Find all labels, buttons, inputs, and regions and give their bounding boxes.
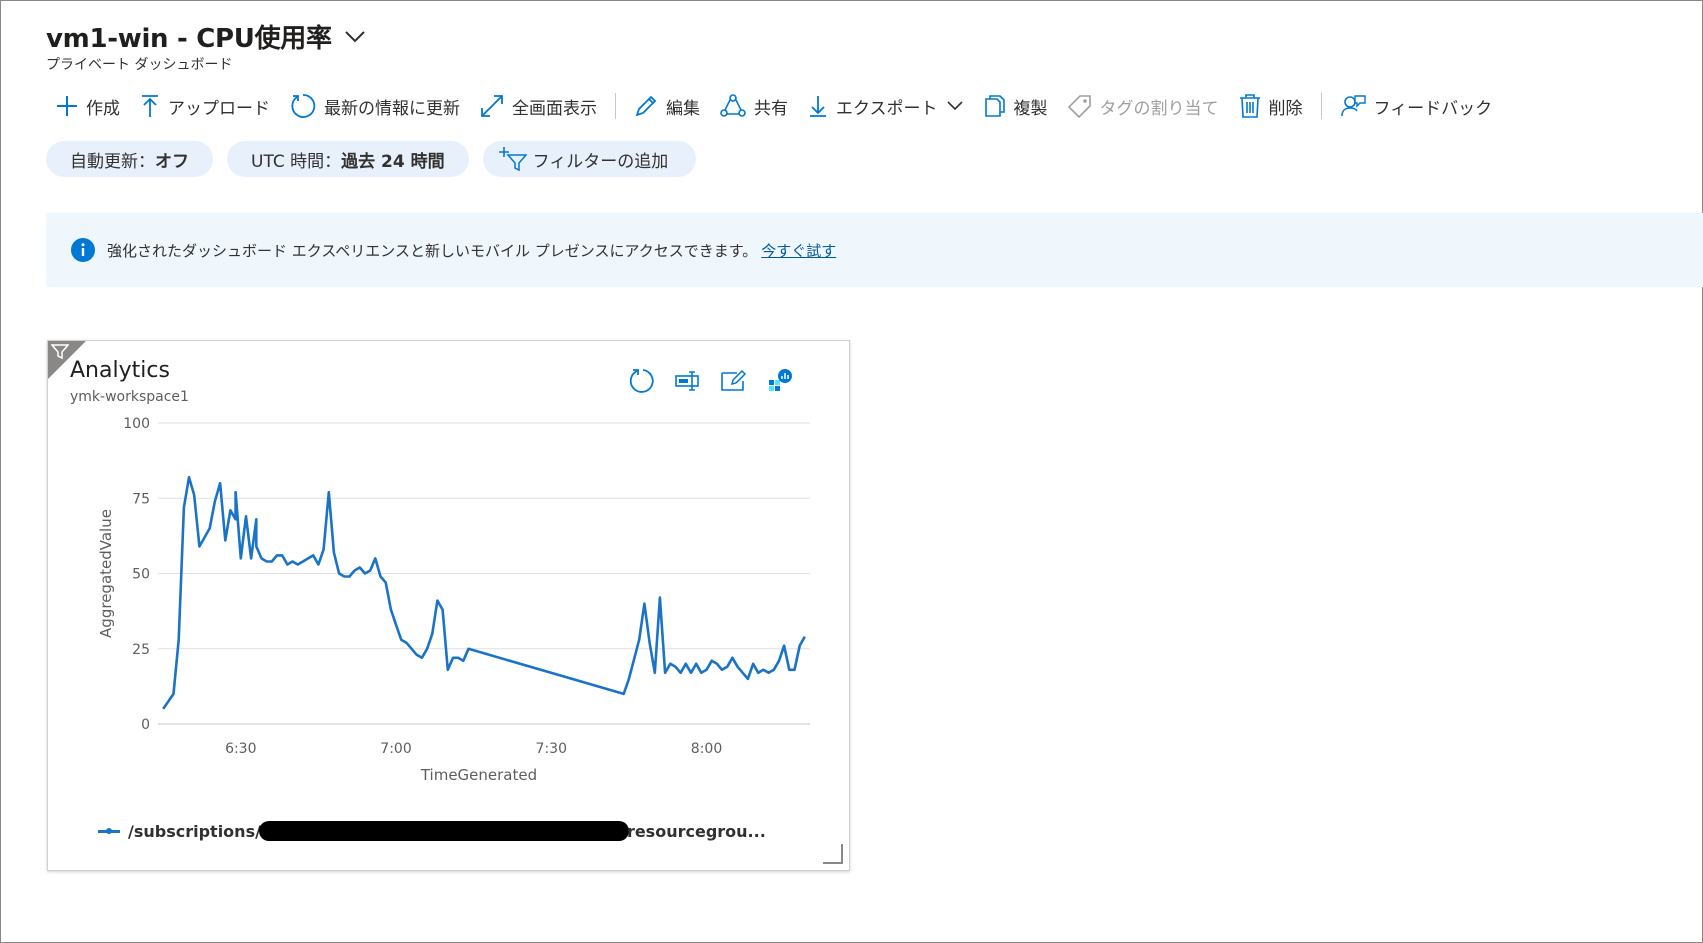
assign-tags-button[interactable]: タグの割り当て [1058, 90, 1229, 122]
banner-message: 強化されたダッシュボード エクスペリエンスと新しいモバイル プレゼンスにアクセス… [107, 241, 758, 260]
auto-refresh-label: 自動更新： [70, 151, 155, 172]
info-icon [71, 238, 95, 262]
line-chart: 0 25 50 75 100 6:30 7:00 7:30 8:00 TimeGenerated A… [97, 416, 810, 784]
legend-suffix: resourcegrou... [626, 821, 766, 841]
feedback-icon [1340, 95, 1366, 117]
feedback-button[interactable]: フィードバック [1330, 90, 1503, 122]
redacted-block [258, 821, 629, 841]
x-axis-label: TimeGenerated [420, 766, 537, 784]
y-tick-label: 0 [141, 717, 150, 733]
refresh-button[interactable]: 最新の情報に更新 [280, 90, 470, 122]
y-tick-label: 50 [132, 567, 150, 583]
upload-label: アップロード [168, 98, 270, 119]
download-icon [810, 96, 826, 117]
info-banner: 強化されたダッシュボード エクスペリエンスと新しいモバイル プレゼンスにアクセス… [46, 213, 1703, 287]
plus-icon [57, 96, 77, 116]
create-button[interactable]: 作成 [46, 90, 130, 122]
export-button[interactable]: エクスポート [798, 90, 974, 122]
add-filter-pill[interactable]: フィルターの追加 [482, 141, 697, 177]
pencil-icon [635, 95, 657, 117]
analytics-tile[interactable]: Analytics ymk-workspace1 0 25 50 75 100 6:30 7… [47, 340, 850, 871]
expand-icon [481, 95, 503, 117]
create-label: 作成 [86, 98, 120, 119]
copy-icon [984, 95, 1005, 117]
y-tick-label: 100 [123, 416, 150, 432]
x-tick-label: 7:00 [380, 741, 411, 757]
legend-swatch [98, 827, 120, 834]
legend-prefix: /subscriptions/ [128, 821, 261, 841]
y-axis-label: AggregatedValue [97, 509, 115, 638]
share-button[interactable]: 共有 [710, 90, 798, 122]
fullscreen-button[interactable]: 全画面表示 [470, 90, 607, 122]
y-tick-label: 25 [132, 642, 150, 658]
tile-resize-handle[interactable] [823, 844, 843, 864]
time-range-pill[interactable]: UTC 時間： 過去 24 時間 [227, 141, 469, 177]
series-line [162, 475, 806, 710]
dashboard-subtitle: プライベート ダッシュボード [46, 57, 233, 73]
chevron-down-icon[interactable] [342, 24, 368, 50]
fullscreen-label: 全画面表示 [512, 98, 597, 119]
export-label: エクスポート [836, 98, 938, 119]
upload-button[interactable]: アップロード [130, 90, 280, 122]
filter-pills: 自動更新： オフ UTC 時間： 過去 24 時間 フィルターの追加 [46, 141, 697, 177]
add-filter-icon [498, 147, 527, 172]
x-tick-label: 8:00 [691, 741, 722, 757]
x-tick-label: 6:30 [225, 741, 256, 757]
share-label: 共有 [754, 98, 788, 119]
share-icon [720, 94, 746, 117]
auto-refresh-pill[interactable]: 自動更新： オフ [46, 141, 213, 177]
trash-icon [1239, 94, 1260, 118]
assign-tags-label: タグの割り当て [1099, 98, 1219, 119]
add-filter-label: フィルターの追加 [532, 151, 669, 172]
time-range-label: UTC 時間： [251, 151, 342, 172]
x-tick-label: 7:30 [536, 741, 567, 757]
tag-icon [1067, 95, 1091, 118]
edit-label: 編集 [666, 98, 700, 119]
edit-button[interactable]: 編集 [624, 90, 710, 122]
delete-button[interactable]: 削除 [1229, 90, 1313, 122]
try-now-link[interactable]: 今すぐ試す [761, 240, 836, 261]
clone-button[interactable]: 複製 [974, 90, 1058, 122]
title-row: vm1-win - CPU使用率 [46, 18, 368, 55]
chevron-down-icon [946, 101, 963, 111]
upload-icon [142, 95, 158, 117]
feedback-label: フィードバック [1373, 98, 1493, 119]
command-bar: 作成 アップロード 最新の情報に更新 全画面表示 編集 共有 エクスポート 複製… [46, 90, 1502, 122]
refresh-icon [291, 94, 316, 118]
auto-refresh-value: オフ [155, 151, 189, 172]
toolbar-divider [1320, 93, 1322, 119]
time-range-value: 過去 24 時間 [341, 151, 445, 172]
clone-label: 複製 [1013, 98, 1048, 119]
chart-legend[interactable]: /subscriptions/ resourcegrou... [98, 821, 766, 841]
page-title: vm1-win - CPU使用率 [46, 24, 332, 54]
delete-label: 削除 [1268, 98, 1303, 119]
refresh-label: 最新の情報に更新 [324, 98, 460, 119]
toolbar-divider [615, 93, 616, 119]
y-tick-label: 75 [132, 491, 150, 507]
